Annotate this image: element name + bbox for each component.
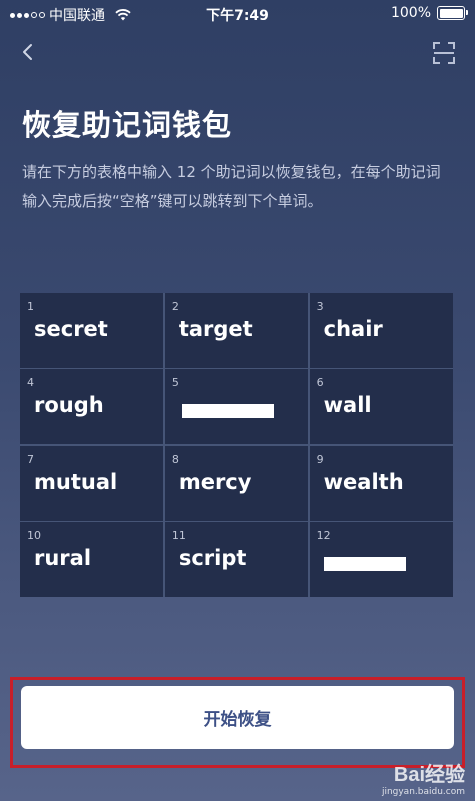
redaction-bar [323, 557, 406, 572]
word-number: 8 [171, 452, 179, 466]
word-number: 6 [316, 376, 324, 390]
redaction-bar [181, 404, 274, 419]
word-number: 3 [316, 300, 324, 313]
battery-percent: 100% [390, 5, 431, 21]
word-input-4[interactable]: rough [34, 393, 104, 417]
word-input-10[interactable]: rural [34, 546, 91, 570]
word-number: 7 [27, 452, 34, 466]
word-number: 12 [316, 529, 331, 543]
word-cell-11[interactable]: 11 script [164, 522, 309, 597]
battery-group: 100% [390, 5, 468, 21]
battery-icon [437, 6, 468, 20]
word-input-6[interactable]: wall [324, 393, 372, 417]
word-cell-5[interactable]: 5 [164, 369, 309, 445]
word-cell-10[interactable]: 10 rural [20, 522, 164, 597]
instructions-text: 请在下方的表格中输入 12 个助记词以恢复钱包，在每个助记词输入完成后按“空格”… [22, 163, 441, 210]
word-input-11[interactable]: script [179, 546, 247, 570]
scan-button[interactable] [431, 40, 457, 66]
word-input-3[interactable]: chair [324, 317, 383, 341]
word-number: 2 [171, 300, 179, 313]
page-title: 恢复助记词钱包 [22, 108, 233, 142]
mnemonic-grid: 1 secret 2 target 3 chair 4 rough 5 6 wa… [20, 293, 453, 597]
word-number: 9 [316, 452, 324, 466]
word-cell-8[interactable]: 8 mercy [164, 445, 309, 521]
word-input-8[interactable]: mercy [179, 470, 252, 494]
word-input-9[interactable]: wealth [324, 470, 404, 494]
word-number: 11 [171, 529, 186, 543]
scan-frame-icon [433, 42, 455, 64]
word-cell-9[interactable]: 9 wealth [309, 445, 453, 521]
word-cell-12[interactable]: 12 [309, 522, 453, 597]
word-cell-2[interactable]: 2 target [164, 293, 309, 368]
word-cell-6[interactable]: 6 wall [309, 369, 453, 445]
baidu-watermark: Bai经验 jingyan.baidu.com [382, 758, 465, 797]
word-cell-7[interactable]: 7 mutual [20, 445, 164, 521]
word-number: 1 [27, 300, 34, 313]
status-bar: 中国联通 下午7:49 100% [0, 0, 475, 28]
word-input-1[interactable]: secret [34, 317, 108, 341]
word-cell-4[interactable]: 4 rough [20, 369, 164, 445]
start-restore-button[interactable]: 开始恢复 [21, 686, 454, 749]
back-button[interactable] [14, 38, 42, 66]
word-cell-1[interactable]: 1 secret [20, 293, 164, 368]
word-number: 10 [27, 529, 41, 543]
watermark-url: jingyan.baidu.com [381, 787, 465, 797]
word-cell-3[interactable]: 3 chair [309, 293, 453, 368]
watermark-logo: Bai经验 [393, 764, 465, 786]
word-input-7[interactable]: mutual [34, 470, 117, 494]
word-input-2[interactable]: target [179, 317, 253, 341]
word-number: 5 [171, 376, 179, 390]
word-number: 4 [27, 376, 34, 390]
chevron-left-icon [23, 44, 32, 60]
